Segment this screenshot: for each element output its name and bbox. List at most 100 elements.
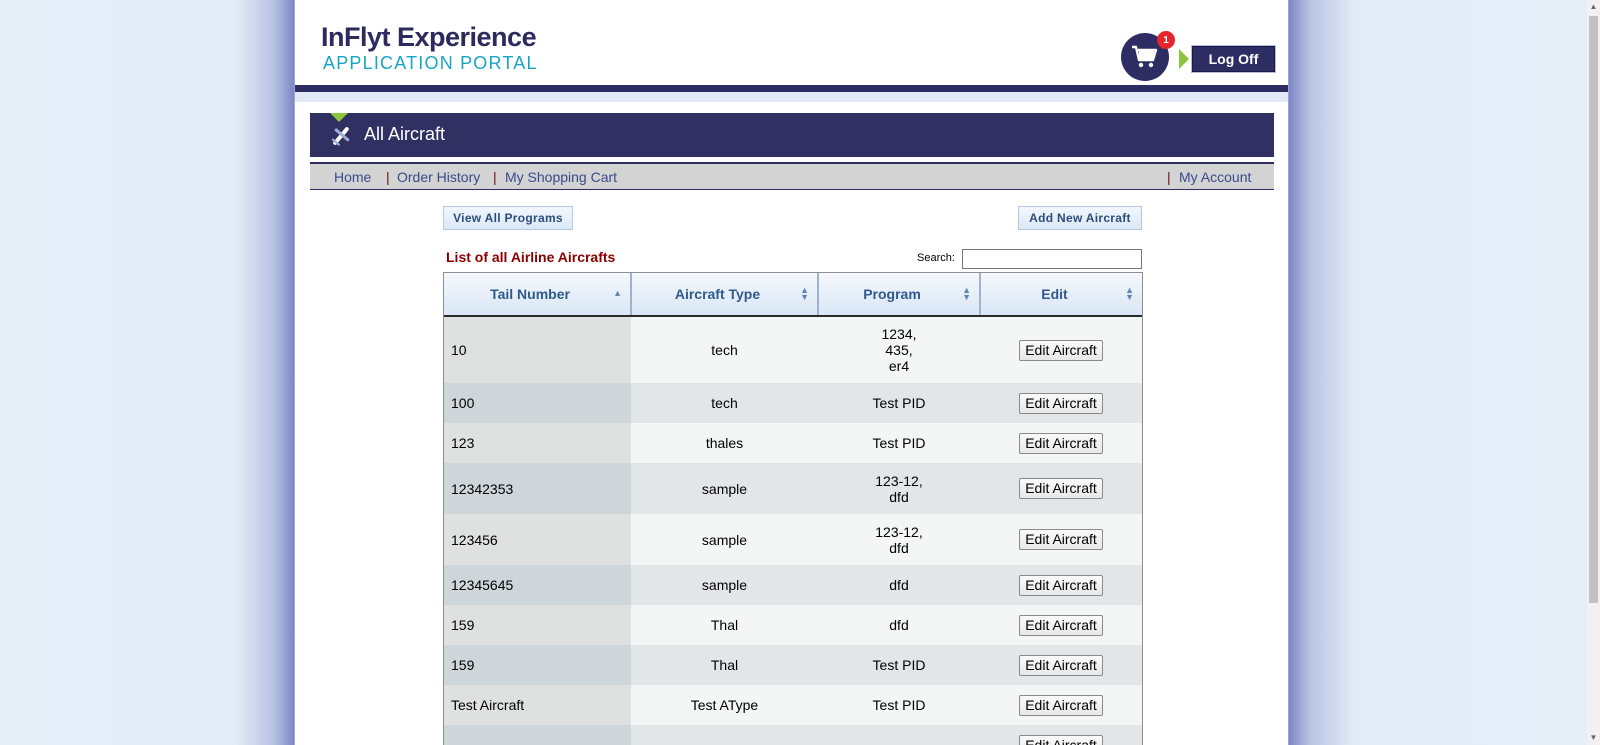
title-notch-icon	[330, 113, 348, 122]
edit-cell: Edit Aircraft	[980, 514, 1142, 565]
program-value: 123-12,	[875, 523, 923, 540]
edit-aircraft-button[interactable]: Edit Aircraft	[1019, 694, 1103, 716]
edit-aircraft-button[interactable]: Edit Aircraft	[1019, 734, 1103, 745]
edit-aircraft-button[interactable]: Edit Aircraft	[1019, 339, 1103, 361]
table-row: 10 tech 1234, 435, er4 Edit Aircraft	[444, 316, 1142, 383]
tail-number-cell: 12342353	[444, 463, 631, 514]
page-background-left	[0, 0, 294, 745]
tail-number-cell: 159	[444, 645, 631, 685]
edit-aircraft-button[interactable]: Edit Aircraft	[1019, 574, 1103, 596]
nav-shopping-cart[interactable]: My Shopping Cart	[505, 169, 617, 185]
search-input[interactable]	[962, 249, 1142, 269]
vertical-scrollbar[interactable]: ▲ ▼	[1587, 0, 1600, 745]
edit-aircraft-button[interactable]: Edit Aircraft	[1019, 654, 1103, 676]
site-header: InFlyt Experience APPLICATION PORTAL 1 L…	[295, 0, 1288, 85]
program-value: dfd	[889, 577, 909, 593]
aircraft-type-cell: sample	[631, 463, 818, 514]
edit-aircraft-button[interactable]: Edit Aircraft	[1019, 529, 1103, 550]
table-row: 100 tech Test PID Edit Aircraft	[444, 383, 1142, 423]
tail-number-cell: 100	[444, 383, 631, 423]
portal-page: InFlyt Experience APPLICATION PORTAL 1 L…	[294, 0, 1289, 745]
sort-icon: ▲ ▼	[962, 285, 971, 302]
scrollbar-thumb[interactable]	[1589, 16, 1598, 603]
table-row: 159 Thal dfd Edit Aircraft	[444, 605, 1142, 645]
list-title: List of all Airline Aircrafts	[446, 249, 616, 265]
logo-title: InFlyt Experience	[321, 22, 537, 52]
column-header-tail-number[interactable]: Tail Number ▲	[444, 273, 632, 317]
program-cell	[818, 725, 980, 745]
edit-cell: Edit Aircraft	[980, 316, 1142, 383]
column-header-aircraft-type[interactable]: Aircraft Type ▲ ▼	[631, 273, 819, 317]
sort-icon: ▲ ▼	[800, 285, 809, 302]
program-value: Test PID	[872, 657, 926, 673]
edit-aircraft-button[interactable]: Edit Aircraft	[1019, 392, 1103, 414]
program-cell: Test PID	[818, 383, 980, 423]
edit-cell: Edit Aircraft	[980, 725, 1142, 745]
nav-order-history[interactable]: Order History	[397, 169, 480, 185]
column-header-edit[interactable]: Edit ▲ ▼	[980, 273, 1142, 317]
sort-asc-icon: ▲	[613, 288, 622, 298]
edit-aircraft-button[interactable]: Edit Aircraft	[1019, 478, 1103, 499]
column-header-label: Edit	[1041, 286, 1068, 302]
program-cell: dfd	[818, 565, 980, 605]
airplane-icon	[331, 127, 350, 146]
edit-cell: Edit Aircraft	[980, 383, 1142, 423]
add-new-aircraft-button[interactable]: Add New Aircraft	[1018, 206, 1142, 230]
tail-number-cell	[444, 725, 631, 745]
program-value: Test PID	[872, 697, 926, 713]
program-cell: Test PID	[818, 423, 980, 463]
table-row: 123 thales Test PID Edit Aircraft	[444, 423, 1142, 463]
main-nav: Home | Order History | My Shopping Cart …	[310, 162, 1274, 190]
program-cell: 123-12, dfd	[818, 514, 980, 565]
nav-separator: |	[493, 169, 497, 185]
table-row: 123456 sample 123-12, dfd Edit Aircraft	[444, 514, 1142, 565]
edit-cell: Edit Aircraft	[980, 565, 1142, 605]
program-cell: Test PID	[818, 645, 980, 685]
cart-count-badge: 1	[1157, 31, 1175, 49]
program-value: dfd	[889, 617, 909, 633]
sort-icon: ▲ ▼	[1125, 285, 1134, 302]
aircraft-type-cell: thales	[631, 423, 818, 463]
page-background-right	[1289, 0, 1587, 745]
nav-my-account[interactable]: My Account	[1179, 169, 1251, 185]
header-divider	[295, 85, 1288, 92]
edit-cell: Edit Aircraft	[980, 685, 1142, 725]
aircraft-type-cell	[631, 725, 818, 745]
aircraft-type-cell: sample	[631, 565, 818, 605]
log-off-button[interactable]: Log Off	[1192, 46, 1275, 72]
nav-home[interactable]: Home	[334, 169, 371, 185]
column-header-program[interactable]: Program ▲ ▼	[818, 273, 981, 317]
table-row: 12342353 sample 123-12, dfd Edit Aircraf…	[444, 463, 1142, 514]
program-value: 123-12,	[875, 472, 923, 489]
edit-aircraft-button[interactable]: Edit Aircraft	[1019, 432, 1103, 454]
view-all-programs-button[interactable]: View All Programs	[443, 206, 573, 230]
arrow-right-icon	[1179, 49, 1189, 69]
table-row: 12345645 sample dfd Edit Aircraft	[444, 565, 1142, 605]
aircraft-type-cell: tech	[631, 383, 818, 423]
nav-separator: |	[386, 169, 390, 185]
page-title: All Aircraft	[364, 124, 446, 144]
program-value: dfd	[889, 539, 909, 556]
column-header-label: Program	[863, 286, 921, 302]
tail-number-cell: 12345645	[444, 565, 631, 605]
table-row: Edit Aircraft	[444, 725, 1142, 745]
program-value: er4	[888, 358, 910, 374]
tail-number-cell: 159	[444, 605, 631, 645]
scroll-up-icon[interactable]: ▲	[1587, 0, 1600, 14]
program-value: Test PID	[872, 435, 926, 451]
aircraft-table: Tail Number ▲ Aircraft Type ▲ ▼ Program ▲…	[443, 272, 1143, 745]
column-header-label: Tail Number	[490, 286, 570, 302]
cart-icon	[1132, 45, 1158, 68]
edit-aircraft-button[interactable]: Edit Aircraft	[1019, 614, 1103, 636]
page-title-bar: All Aircraft	[310, 113, 1274, 157]
column-header-label: Aircraft Type	[674, 286, 761, 302]
tail-number-cell: Test Aircraft	[444, 685, 631, 725]
program-value: Test PID	[872, 395, 926, 411]
program-value: 435,	[885, 342, 913, 358]
scroll-down-icon[interactable]: ▼	[1587, 731, 1600, 745]
table-row: 159 Thal Test PID Edit Aircraft	[444, 645, 1142, 685]
header-divider-light	[295, 92, 1288, 102]
edit-cell: Edit Aircraft	[980, 605, 1142, 645]
edit-cell: Edit Aircraft	[980, 423, 1142, 463]
program-value: 1234,	[881, 326, 917, 342]
